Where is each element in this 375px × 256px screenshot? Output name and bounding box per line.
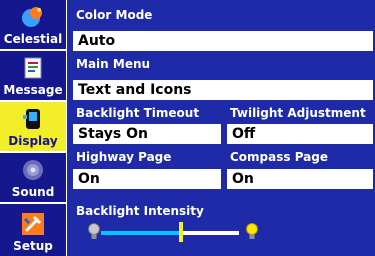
highway-page-field[interactable]: On: [73, 169, 221, 189]
compass-page-label: Compass Page: [230, 150, 329, 164]
backlight-intensity-slider[interactable]: [87, 222, 262, 244]
celestial-icon: [22, 7, 42, 27]
bright-bulb-icon: [246, 223, 258, 239]
sidebar-item-message[interactable]: Message: [0, 51, 66, 100]
sidebar-item-setup[interactable]: Setup: [0, 204, 66, 256]
slider-thumb[interactable]: [179, 222, 184, 242]
slider-track[interactable]: [101, 231, 239, 235]
setup-icon: [22, 213, 44, 235]
sidebar-item-sound[interactable]: Sound: [0, 153, 66, 202]
sidebar-item-label: Sound: [11, 185, 55, 199]
color-mode-label: Color Mode: [76, 8, 153, 22]
highway-page-label: Highway Page: [76, 150, 172, 164]
main-menu-label: Main Menu: [76, 57, 151, 71]
backlight-timeout-field[interactable]: Stays On: [73, 124, 221, 144]
twilight-adjustment-field[interactable]: Off: [227, 124, 373, 144]
backlight-intensity-label: Backlight Intensity: [76, 204, 204, 218]
sidebar-item-label: Message: [3, 83, 63, 97]
sidebar-item-label: Celestial: [3, 32, 63, 46]
sidebar-item-label: Setup: [13, 239, 53, 253]
sound-icon: [23, 160, 43, 180]
compass-page-field[interactable]: On: [227, 169, 373, 189]
display-icon: [23, 109, 40, 129]
sidebar-item-celestial[interactable]: Celestial: [0, 0, 66, 49]
backlight-timeout-label: Backlight Timeout: [76, 106, 200, 120]
sidebar-item-label: Display: [8, 134, 58, 148]
sidebar-item-display[interactable]: Display: [0, 102, 66, 151]
message-icon: [24, 57, 42, 79]
display-settings-panel: Color Mode Auto Main Menu Text and Icons…: [67, 0, 375, 256]
color-mode-field[interactable]: Auto: [73, 31, 373, 51]
sidebar: Celestial Message Display Sound Setup: [0, 0, 66, 256]
dim-bulb-icon: [88, 223, 100, 239]
twilight-adjustment-label: Twilight Adjustment: [230, 106, 366, 120]
main-menu-field[interactable]: Text and Icons: [73, 80, 373, 100]
